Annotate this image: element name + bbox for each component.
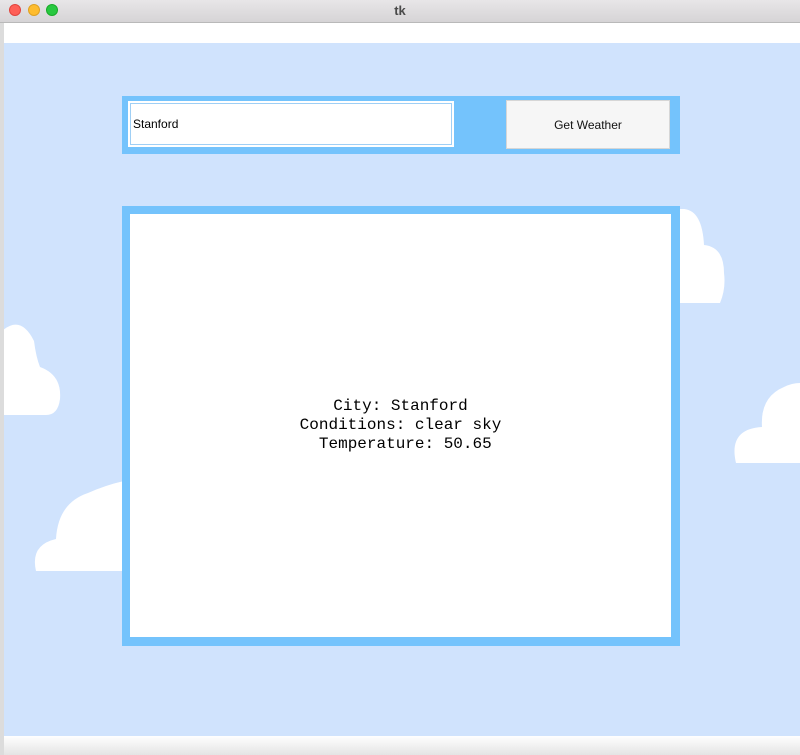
result-panel: City: Stanford Conditions: clear sky Tem… <box>122 206 680 646</box>
city-input[interactable] <box>128 101 454 147</box>
bottom-strip <box>4 736 800 755</box>
cloud-right-lower <box>734 383 800 463</box>
cloud-right-upper <box>680 209 725 303</box>
temperature-line: Temperature: 50.65 <box>309 435 492 453</box>
cloud-left-upper <box>4 324 61 415</box>
conditions-line: Conditions: clear sky <box>299 416 502 434</box>
search-panel: Get Weather <box>122 96 680 154</box>
cloud-left-lower <box>34 481 124 571</box>
city-line: City: Stanford <box>333 397 468 415</box>
title-bar: tk <box>0 0 800 23</box>
app-window: tk Get Weather City: Stanford Conditions… <box>0 0 800 755</box>
sky-canvas: Get Weather City: Stanford Conditions: c… <box>4 43 800 736</box>
weather-result-box: City: Stanford Conditions: clear sky Tem… <box>130 214 671 637</box>
top-strip <box>4 23 800 43</box>
get-weather-button[interactable]: Get Weather <box>506 100 670 149</box>
window-title: tk <box>394 3 406 18</box>
